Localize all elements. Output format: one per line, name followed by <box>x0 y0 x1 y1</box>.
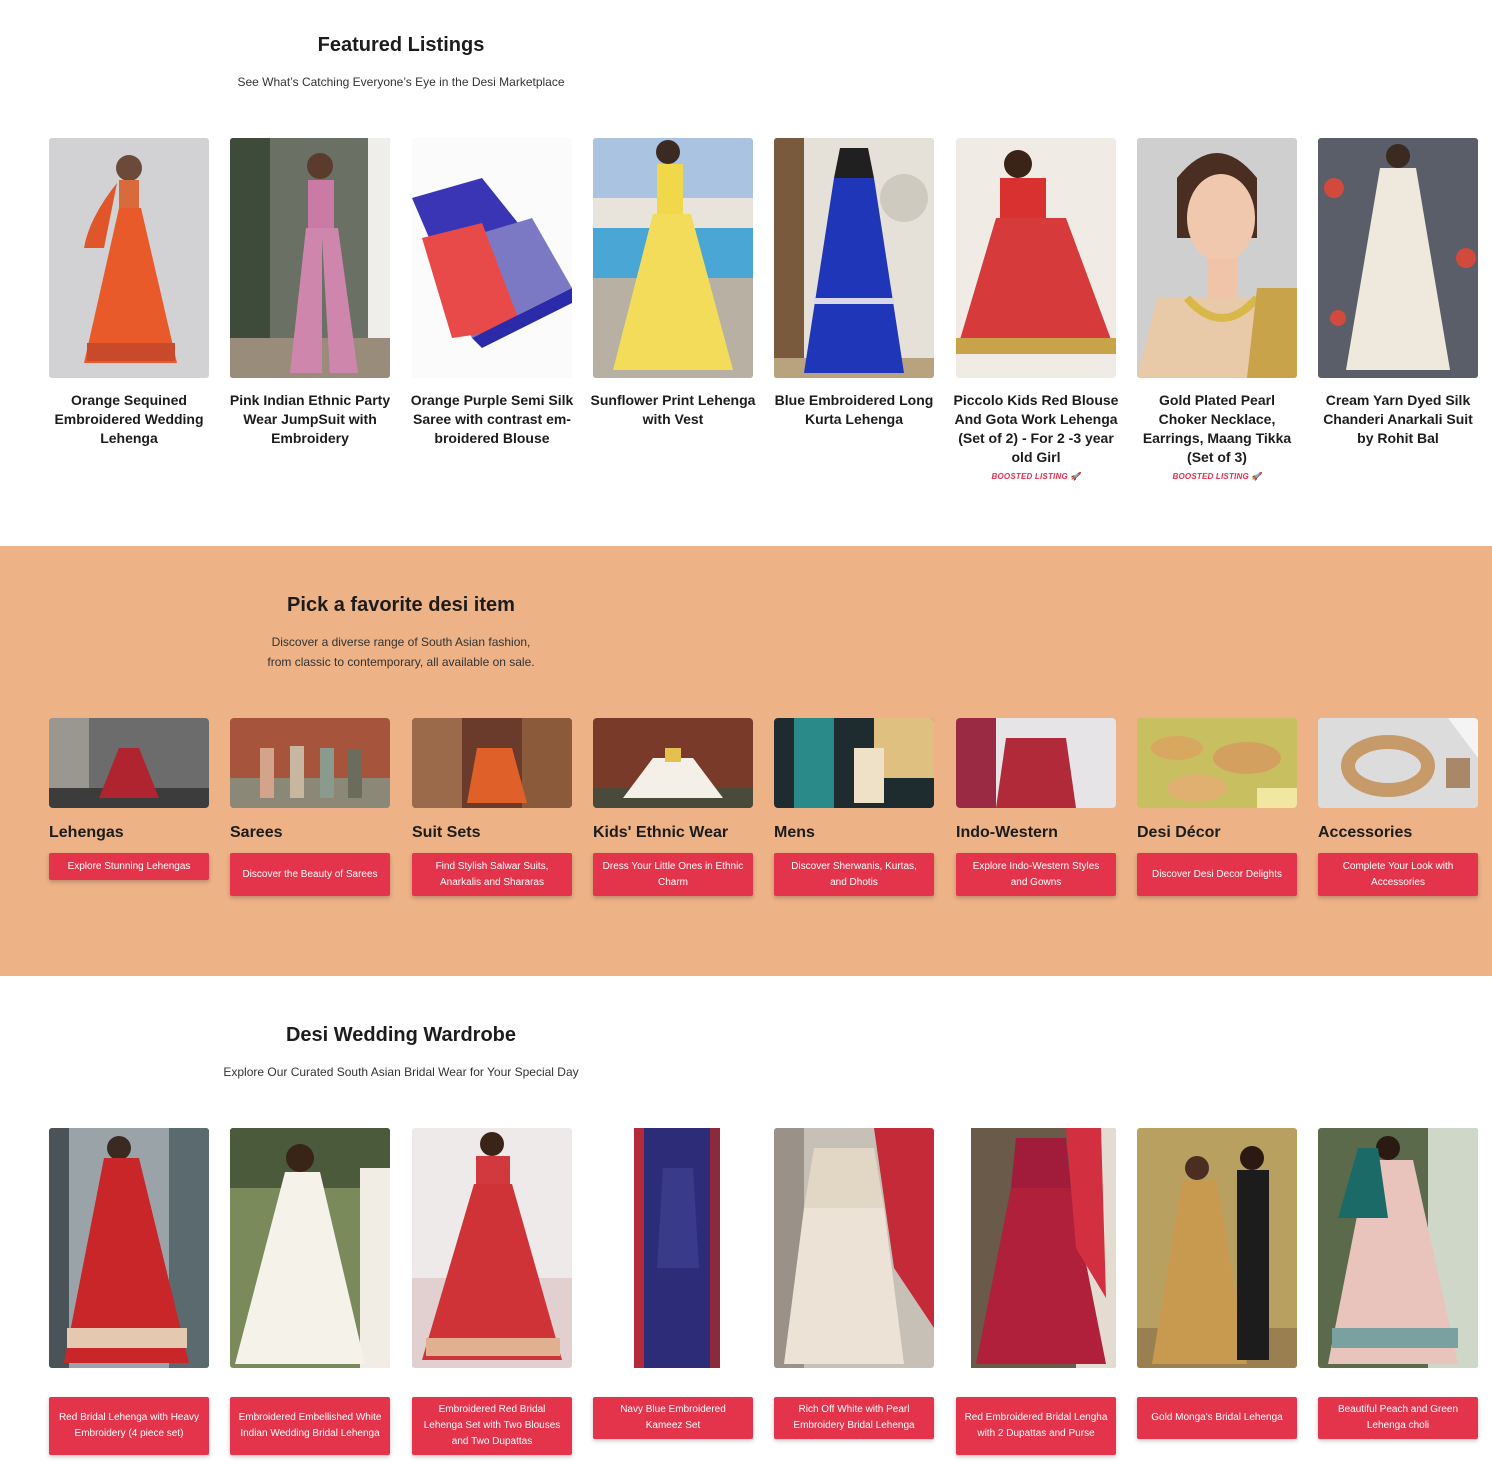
category-image[interactable] <box>1137 718 1297 808</box>
category-image[interactable] <box>49 718 209 808</box>
product-image[interactable] <box>956 1128 1116 1368</box>
category-row: Lehengas Explore Stunning Lehengas Saree… <box>49 718 1489 918</box>
product-image[interactable] <box>774 1128 934 1368</box>
category-image[interactable] <box>230 718 390 808</box>
wedding-listing-button[interactable]: Gold Monga's Bridal Lehenga <box>1137 1397 1297 1439</box>
pick-subtitle-line2: from classic to contemporary, all availa… <box>267 655 535 669</box>
product-image[interactable] <box>1318 1128 1478 1368</box>
category-name[interactable]: Accessories <box>1318 824 1488 842</box>
wedding-listing-button[interactable]: Rich Off White with Pearl Embroidery Bri… <box>774 1397 934 1439</box>
featured-subtitle: See What’s Catching Everyone’s Eye in th… <box>237 75 565 89</box>
product-image[interactable] <box>412 1128 572 1368</box>
wedding-listing-button[interactable]: Red Embroidered Bridal Lengha with 2 Dup… <box>956 1397 1116 1455</box>
product-image[interactable] <box>230 1128 390 1368</box>
product-title[interactable]: Sunflower Print Lehenga with Vest <box>589 391 757 429</box>
boosted-listing-badge: BOOSTED LISTING 🚀 <box>1172 472 1262 481</box>
product-image[interactable] <box>593 138 753 378</box>
wedding-listing-button[interactable]: Embroidered Embellished White Indian Wed… <box>230 1397 390 1455</box>
category-name[interactable]: Lehengas <box>49 824 219 842</box>
product-title[interactable]: Blue Embroidered Long Kurta Lehenga <box>770 391 938 429</box>
product-image[interactable] <box>230 138 390 378</box>
pick-category-section: Pick a favorite desi item Discover a div… <box>0 546 1492 976</box>
product-image[interactable] <box>49 1128 209 1368</box>
category-image[interactable] <box>412 718 572 808</box>
category-name[interactable]: Indo-Western <box>956 824 1126 842</box>
explore-kids-ethnic-wear-button[interactable]: Dress Your Little Ones in Ethnic Charm <box>593 853 753 896</box>
category-name[interactable]: Kids' Ethnic Wear <box>593 824 763 842</box>
explore-mens-button[interactable]: Discover Sherwanis, Kurtas, and Dhotis <box>774 853 934 896</box>
category-image[interactable] <box>774 718 934 808</box>
pick-title: Pick a favorite desi item <box>287 594 515 616</box>
featured-row: Orange Sequined Embroidered Wedding Lehe… <box>49 138 1489 518</box>
wedding-row: Red Bridal Lehenga with Heavy Embroidery… <box>49 1128 1489 1468</box>
category-image[interactable] <box>593 718 753 808</box>
product-image[interactable] <box>1137 1128 1297 1368</box>
product-title[interactable]: Orange Purple Semi Silk Saree with contr… <box>408 391 576 448</box>
explore-suit-sets-button[interactable]: Find Stylish Salwar Suits, Anarkalis and… <box>412 853 572 896</box>
product-title[interactable]: Piccolo Kids Red Blouse And Gota Work Le… <box>952 391 1120 467</box>
wedding-listing-button[interactable]: Navy Blue Embroidered Kameez Set <box>593 1397 753 1439</box>
wedding-listing-button[interactable]: Beautiful Peach and Green Lehenga choli <box>1318 1397 1478 1439</box>
category-name[interactable]: Mens <box>774 824 944 842</box>
product-image[interactable] <box>412 138 572 378</box>
wedding-subtitle: Explore Our Curated South Asian Bridal W… <box>223 1065 579 1079</box>
wedding-wardrobe-section: Desi Wedding Wardrobe Explore Our Curate… <box>0 976 1492 1478</box>
product-image[interactable] <box>1318 138 1478 378</box>
product-title[interactable]: Cream Yarn Dyed Silk Chanderi Anarkali S… <box>1314 391 1482 448</box>
category-name[interactable]: Suit Sets <box>412 824 582 842</box>
product-title[interactable]: Pink Indian Ethnic Party Wear JumpSuit w… <box>226 391 394 448</box>
category-name[interactable]: Desi Décor <box>1137 824 1307 842</box>
product-image[interactable] <box>49 138 209 378</box>
wedding-listing-button[interactable]: Red Bridal Lehenga with Heavy Embroidery… <box>49 1397 209 1455</box>
explore-lehengas-button[interactable]: Explore Stunning Lehengas <box>49 853 209 880</box>
product-image[interactable] <box>956 138 1116 378</box>
category-image[interactable] <box>1318 718 1478 808</box>
product-title[interactable]: Orange Sequined Embroidered Wedding Lehe… <box>45 391 213 448</box>
product-title[interactable]: Gold Plated Pearl Choker Necklace, Earri… <box>1133 391 1301 467</box>
featured-title: Featured Listings <box>317 34 485 56</box>
category-image[interactable] <box>956 718 1116 808</box>
featured-listings-section: Featured Listings See What’s Catching Ev… <box>0 0 1492 546</box>
product-image[interactable] <box>774 138 934 378</box>
product-image[interactable] <box>1137 138 1297 378</box>
wedding-listing-button[interactable]: Embroidered Red Bridal Lehenga Set with … <box>412 1397 572 1455</box>
explore-indo-western-button[interactable]: Explore Indo-Western Styles and Gowns <box>956 853 1116 896</box>
category-name[interactable]: Sarees <box>230 824 400 842</box>
boosted-listing-badge: BOOSTED LISTING 🚀 <box>991 472 1081 481</box>
wedding-title: Desi Wedding Wardrobe <box>285 1024 517 1046</box>
explore-sarees-button[interactable]: Discover the Beauty of Sarees <box>230 853 390 896</box>
pick-subtitle-line1: Discover a diverse range of South Asian … <box>271 635 531 649</box>
product-image[interactable] <box>593 1128 753 1368</box>
explore-accessories-button[interactable]: Complete Your Look with Accessories <box>1318 853 1478 896</box>
explore-desi-decor-button[interactable]: Discover Desi Decor Delights <box>1137 853 1297 896</box>
